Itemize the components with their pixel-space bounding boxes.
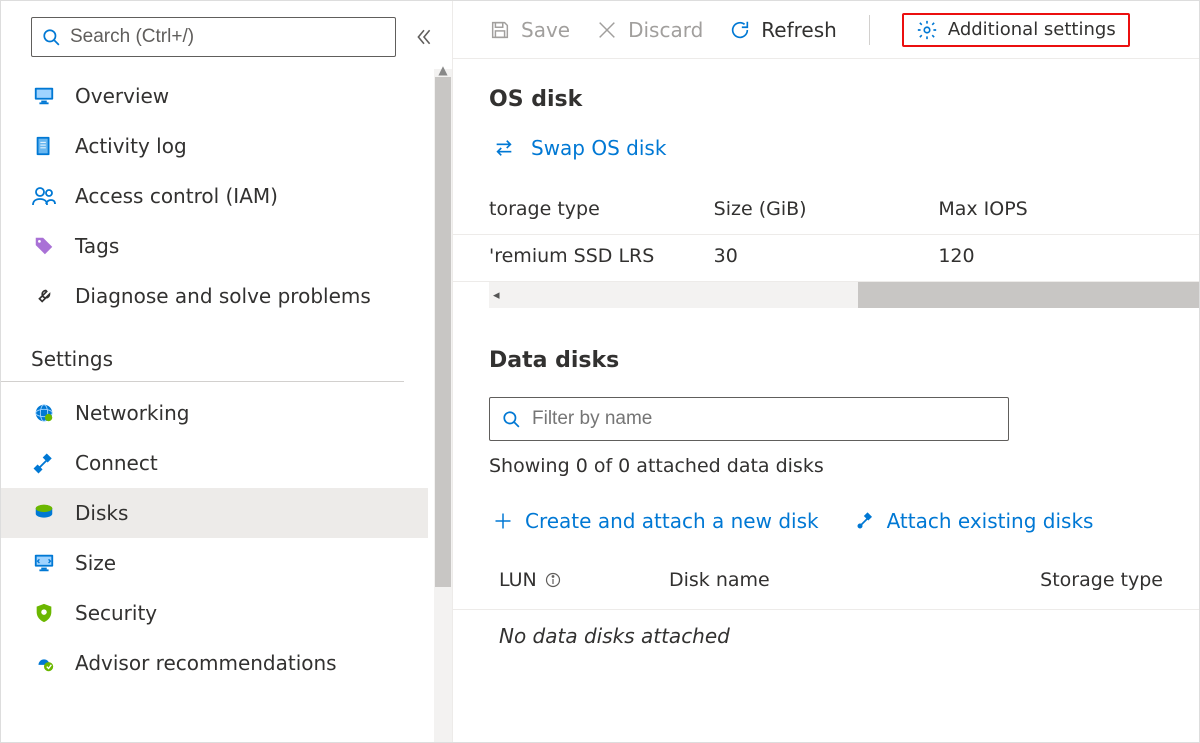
nav-label: Overview [75, 84, 169, 108]
nav-label: Diagnose and solve problems [75, 284, 371, 308]
data-disks-table-header: LUN Disk name Storage type [453, 555, 1199, 610]
cell-size: 30 [714, 245, 939, 267]
sidebar-search[interactable] [31, 17, 396, 57]
toolbar-separator [869, 15, 870, 45]
plus-icon [493, 511, 513, 531]
swap-label: Swap OS disk [531, 136, 666, 160]
sidebar-item-overview[interactable]: Overview [1, 71, 428, 121]
cell-iops: 120 [938, 245, 1163, 267]
os-disk-table: torage type Size (GiB) Max IOPS 'remium … [453, 188, 1199, 308]
shield-icon [31, 600, 57, 626]
swap-os-disk-button[interactable]: Swap OS disk [493, 136, 1199, 160]
collapse-sidebar-button[interactable] [410, 23, 438, 51]
sidebar-search-input[interactable] [68, 25, 385, 49]
swap-icon [493, 137, 515, 159]
sidebar-item-activity-log[interactable]: Activity log [1, 121, 428, 171]
col-storage-type: torage type [489, 198, 714, 220]
info-icon[interactable] [545, 572, 561, 588]
sidebar-item-connect[interactable]: Connect [1, 438, 428, 488]
disks-icon [31, 500, 57, 526]
data-disks-empty: No data disks attached [453, 610, 1199, 648]
discard-label: Discard [628, 18, 703, 42]
advisor-icon [31, 650, 57, 676]
col-lun: LUN [499, 569, 537, 591]
create-attach-disk-button[interactable]: Create and attach a new disk [493, 509, 819, 533]
sidebar-item-diagnose[interactable]: Diagnose and solve problems [1, 271, 428, 321]
col-iops: Max IOPS [938, 198, 1163, 220]
networking-icon [31, 400, 57, 426]
sidebar-item-networking[interactable]: Networking [1, 388, 428, 438]
sidebar-scrollbar[interactable]: ▲ [434, 69, 452, 742]
wrench-icon [31, 283, 57, 309]
close-icon [596, 19, 618, 41]
save-icon [489, 19, 511, 41]
sidebar-scrollbar-thumb[interactable] [435, 77, 451, 587]
col-storage-type: Storage type [973, 569, 1163, 591]
activity-log-icon [31, 133, 57, 159]
col-size: Size (GiB) [714, 198, 939, 220]
discard-button[interactable]: Discard [596, 18, 703, 42]
save-button[interactable]: Save [489, 18, 570, 42]
nav-label: Disks [75, 501, 128, 525]
sidebar-item-security[interactable]: Security [1, 588, 428, 638]
sidebar-item-tags[interactable]: Tags [1, 221, 428, 271]
save-label: Save [521, 18, 570, 42]
nav-label: Security [75, 601, 157, 625]
sidebar: Overview Activity log Access control (IA… [1, 1, 453, 742]
sidebar-item-advisor[interactable]: Advisor recommendations [1, 638, 428, 688]
cell-storage-type: 'remium SSD LRS [489, 245, 714, 267]
gear-icon [916, 19, 938, 41]
os-disk-hscrollbar[interactable]: ◂ [489, 282, 1199, 308]
nav-label: Access control (IAM) [75, 184, 278, 208]
connect-icon [31, 450, 57, 476]
attach-existing-disks-button[interactable]: Attach existing disks [855, 509, 1094, 533]
create-attach-label: Create and attach a new disk [525, 509, 819, 533]
refresh-button[interactable]: Refresh [729, 18, 837, 42]
sidebar-item-size[interactable]: Size [1, 538, 428, 588]
size-icon [31, 550, 57, 576]
os-disk-hscrollbar-thumb[interactable]: ◂ [489, 282, 858, 308]
data-disks-heading: Data disks [489, 348, 1199, 373]
additional-settings-button[interactable]: Additional settings [902, 13, 1130, 47]
nav-label: Connect [75, 451, 158, 475]
refresh-label: Refresh [761, 18, 837, 42]
col-disk-name: Disk name [669, 569, 973, 591]
nav-label: Size [75, 551, 116, 575]
os-disk-heading: OS disk [489, 87, 1199, 112]
refresh-icon [729, 19, 751, 41]
nav-label: Activity log [75, 134, 187, 158]
additional-settings-label: Additional settings [948, 19, 1116, 40]
search-icon [502, 410, 520, 428]
attach-icon [855, 511, 875, 531]
sidebar-section-settings: Settings [1, 321, 404, 382]
nav-label: Networking [75, 401, 189, 425]
tags-icon [31, 233, 57, 259]
nav-label: Tags [75, 234, 119, 258]
data-disks-filter[interactable] [489, 397, 1009, 441]
os-disk-row: 'remium SSD LRS 30 120 [453, 235, 1199, 282]
data-disks-status: Showing 0 of 0 attached data disks [489, 455, 1199, 477]
sidebar-item-access-control[interactable]: Access control (IAM) [1, 171, 428, 221]
people-icon [31, 183, 57, 209]
main: Save Discard Refresh Additional settings [453, 1, 1199, 742]
search-icon [42, 28, 60, 46]
toolbar: Save Discard Refresh Additional settings [453, 1, 1199, 59]
nav-label: Advisor recommendations [75, 651, 337, 675]
attach-existing-label: Attach existing disks [887, 509, 1094, 533]
monitor-icon [31, 83, 57, 109]
data-disks-filter-input[interactable] [530, 407, 996, 431]
sidebar-item-disks[interactable]: Disks [1, 488, 428, 538]
